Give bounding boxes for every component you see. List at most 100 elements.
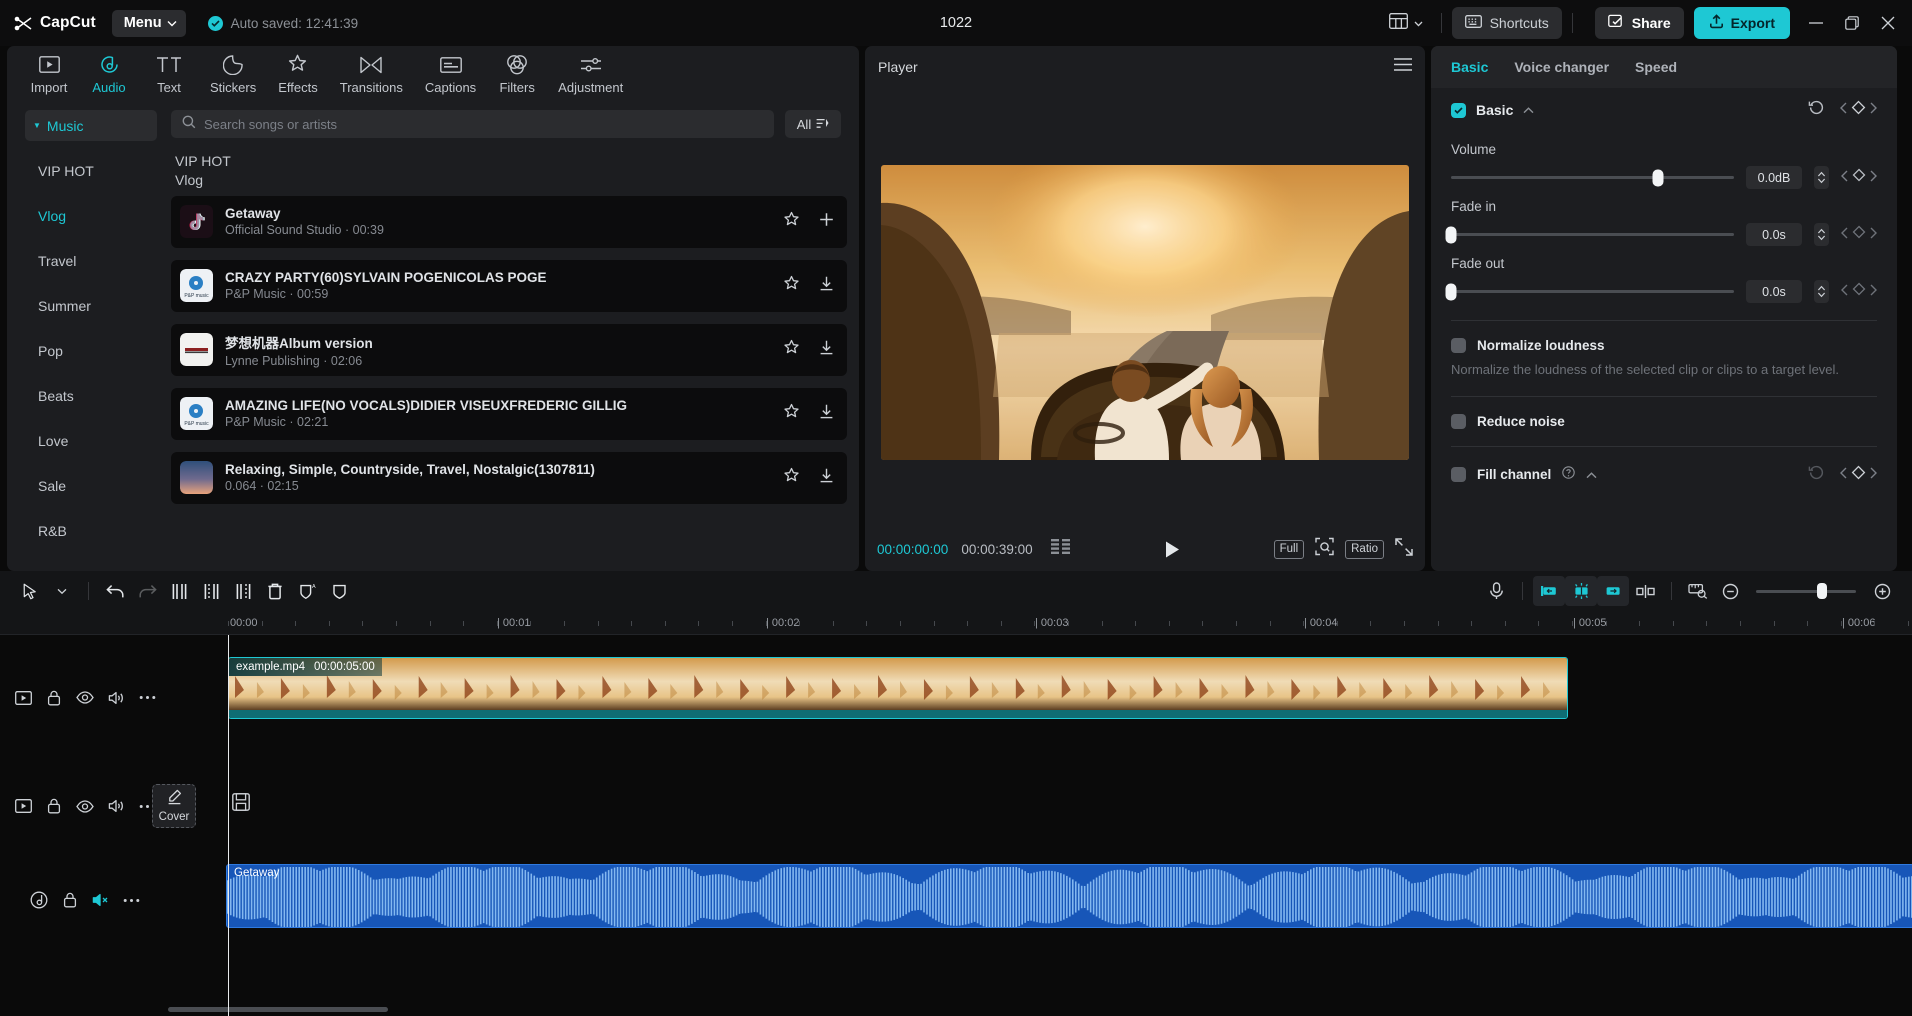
keyframe-prev-icon[interactable] bbox=[1840, 466, 1847, 484]
keyframe-diamond-icon[interactable] bbox=[1851, 465, 1866, 485]
download-icon[interactable] bbox=[818, 275, 835, 297]
list-item[interactable]: Relaxing, Simple, Countryside, Travel, N… bbox=[171, 452, 847, 504]
more-options-icon[interactable] bbox=[132, 684, 163, 712]
select-tool-button[interactable] bbox=[14, 576, 46, 606]
tab-captions[interactable]: Captions bbox=[414, 48, 487, 100]
keyframe-prev-icon[interactable] bbox=[1841, 283, 1848, 301]
favorite-icon[interactable] bbox=[783, 403, 800, 425]
menu-button[interactable]: Menu bbox=[112, 10, 186, 37]
track-lane-audio[interactable]: Getaway bbox=[170, 852, 1912, 948]
normalize-loudness-checkbox[interactable] bbox=[1451, 338, 1466, 353]
more-options-icon[interactable] bbox=[116, 886, 147, 914]
zoom-preview-icon[interactable] bbox=[1315, 537, 1334, 561]
list-item[interactable]: P&P music AMAZING LIFE(NO VOCALS)DIDIER … bbox=[171, 388, 847, 440]
keyframe-next-icon[interactable] bbox=[1870, 283, 1877, 301]
maximize-button[interactable] bbox=[1834, 6, 1870, 40]
download-icon[interactable] bbox=[818, 339, 835, 361]
storyboard-icon[interactable] bbox=[1051, 539, 1071, 559]
export-button[interactable]: Export bbox=[1694, 7, 1790, 39]
download-icon[interactable] bbox=[818, 467, 835, 489]
fade-out-value[interactable]: 0.0s bbox=[1746, 280, 1802, 303]
fill-channel-row[interactable]: Fill channel bbox=[1451, 464, 1877, 486]
favorite-icon[interactable] bbox=[783, 275, 800, 297]
slider-knob[interactable] bbox=[1446, 283, 1457, 300]
favorite-icon[interactable] bbox=[783, 211, 800, 233]
fade-out-stepper[interactable] bbox=[1814, 280, 1829, 303]
layout-switch-button[interactable] bbox=[1381, 9, 1431, 38]
keyframe-prev-icon[interactable] bbox=[1841, 226, 1848, 244]
video-preview[interactable] bbox=[881, 165, 1409, 460]
ratio-button[interactable]: Ratio bbox=[1345, 540, 1384, 559]
full-button[interactable]: Full bbox=[1274, 540, 1305, 559]
mute-icon[interactable] bbox=[101, 684, 132, 712]
split-button[interactable] bbox=[163, 576, 195, 606]
keyframe-diamond-icon[interactable] bbox=[1852, 168, 1866, 187]
slider-knob[interactable] bbox=[1652, 169, 1663, 186]
zoom-out-button[interactable] bbox=[1714, 576, 1746, 606]
list-item[interactable]: 梦想机器Album version Lynne Publishing · 02:… bbox=[171, 324, 847, 376]
shortcuts-button[interactable]: Shortcuts bbox=[1452, 7, 1562, 39]
track-lane-video[interactable]: example.mp4 00:00:05:00 bbox=[170, 635, 1912, 760]
tab-effects[interactable]: Effects bbox=[267, 48, 329, 100]
zoom-in-button[interactable] bbox=[1866, 576, 1898, 606]
slider-knob[interactable] bbox=[1817, 583, 1827, 599]
collapse-caret-icon[interactable] bbox=[1586, 466, 1597, 484]
category-vip-hot[interactable]: VIP HOT bbox=[25, 155, 157, 186]
favorite-icon[interactable] bbox=[783, 339, 800, 361]
auto-snap-button[interactable] bbox=[1565, 576, 1597, 606]
record-voiceover-button[interactable] bbox=[1480, 576, 1512, 606]
reduce-noise-row[interactable]: Reduce noise bbox=[1451, 414, 1877, 429]
keyframe-diamond-icon[interactable] bbox=[1852, 225, 1866, 244]
visibility-icon[interactable] bbox=[70, 792, 101, 820]
category-sale[interactable]: Sale bbox=[25, 470, 157, 501]
ai-mask-button[interactable]: AI bbox=[291, 576, 323, 606]
category-pop[interactable]: Pop bbox=[25, 335, 157, 366]
reset-icon[interactable] bbox=[1808, 464, 1825, 486]
mask-button[interactable] bbox=[323, 576, 355, 606]
fullscreen-icon[interactable] bbox=[1395, 538, 1413, 561]
volume-value[interactable]: 0.0dB bbox=[1746, 166, 1802, 189]
volume-stepper[interactable] bbox=[1814, 166, 1829, 189]
fill-channel-checkbox[interactable] bbox=[1451, 467, 1466, 482]
timeline-ruler[interactable]: 00:00 | 00:01 | 00:02 | 00:03 | 00:04 | … bbox=[0, 611, 1912, 635]
close-button[interactable] bbox=[1870, 6, 1906, 40]
category-music[interactable]: ▼ Music bbox=[25, 110, 157, 141]
tab-voice-changer[interactable]: Voice changer bbox=[1514, 59, 1609, 75]
category-vlog[interactable]: Vlog bbox=[25, 200, 157, 231]
reduce-noise-checkbox[interactable] bbox=[1451, 414, 1466, 429]
category-beats[interactable]: Beats bbox=[25, 380, 157, 411]
help-icon[interactable] bbox=[1562, 466, 1575, 484]
redo-button[interactable] bbox=[131, 576, 163, 606]
track-lane-cover[interactable]: Cover bbox=[170, 760, 1912, 852]
basic-section-checkbox[interactable] bbox=[1451, 103, 1466, 118]
clip-audio-getaway[interactable]: Getaway bbox=[226, 864, 1912, 928]
clip-video-example[interactable]: example.mp4 00:00:05:00 bbox=[228, 657, 1568, 719]
keyframe-diamond-icon[interactable] bbox=[1851, 100, 1866, 120]
tab-adjustment[interactable]: Adjustment bbox=[547, 48, 634, 100]
select-tool-dropdown[interactable] bbox=[46, 576, 78, 606]
category-travel[interactable]: Travel bbox=[25, 245, 157, 276]
slider-knob[interactable] bbox=[1446, 226, 1457, 243]
add-icon[interactable] bbox=[818, 211, 835, 233]
keyframe-next-icon[interactable] bbox=[1870, 226, 1877, 244]
category-love[interactable]: Love bbox=[25, 425, 157, 456]
keyframe-prev-icon[interactable] bbox=[1841, 169, 1848, 187]
keyframe-next-icon[interactable] bbox=[1870, 169, 1877, 187]
tab-stickers[interactable]: Stickers bbox=[199, 48, 267, 100]
fade-in-stepper[interactable] bbox=[1814, 223, 1829, 246]
trim-left-button[interactable] bbox=[195, 576, 227, 606]
tab-basic[interactable]: Basic bbox=[1451, 59, 1488, 75]
search-input[interactable] bbox=[204, 117, 763, 132]
category-rnb[interactable]: R&B bbox=[25, 515, 157, 546]
audio-mute-toggle-icon[interactable] bbox=[85, 886, 116, 914]
download-icon[interactable] bbox=[818, 403, 835, 425]
keyframe-next-icon[interactable] bbox=[1870, 101, 1877, 119]
minimize-button[interactable] bbox=[1798, 6, 1834, 40]
fade-out-slider[interactable] bbox=[1451, 290, 1734, 293]
tab-import[interactable]: Import bbox=[19, 48, 79, 100]
tab-audio[interactable]: Audio bbox=[79, 48, 139, 100]
mirror-button[interactable] bbox=[1629, 576, 1661, 606]
list-item[interactable]: Getaway Official Sound Studio · 00:39 bbox=[171, 196, 847, 248]
fade-in-value[interactable]: 0.0s bbox=[1746, 223, 1802, 246]
filter-all-button[interactable]: All bbox=[785, 110, 841, 138]
